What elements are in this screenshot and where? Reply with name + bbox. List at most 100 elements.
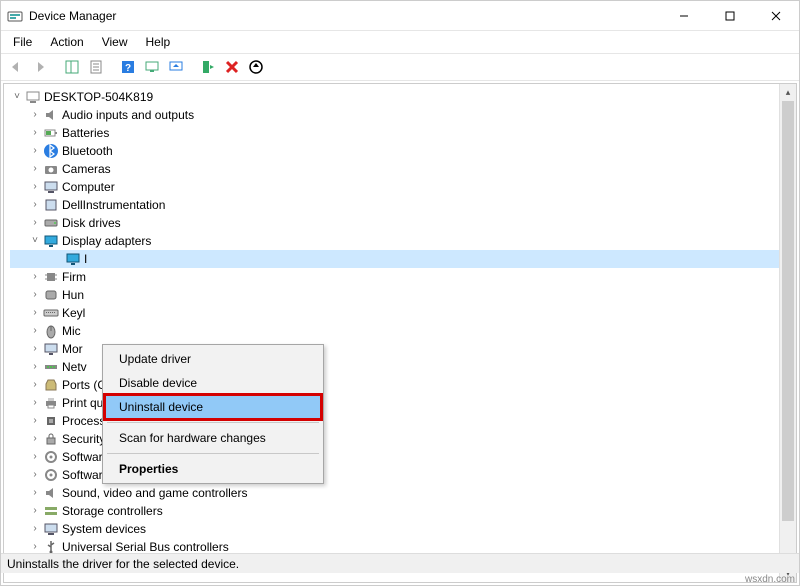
- tree-item-firmware[interactable]: › Firm: [10, 268, 796, 286]
- scroll-up-button[interactable]: ▴: [780, 84, 796, 101]
- ctx-separator: [107, 453, 319, 454]
- help-button[interactable]: ?: [117, 56, 139, 78]
- ctx-disable-device[interactable]: Disable device: [105, 371, 321, 395]
- tree-item-storage[interactable]: › Storage controllers: [10, 502, 796, 520]
- tree-item-bluetooth[interactable]: › Bluetooth: [10, 142, 796, 160]
- security-icon: [42, 431, 60, 447]
- expand-icon[interactable]: ›: [28, 196, 42, 214]
- status-text: Uninstalls the driver for the selected d…: [7, 557, 239, 571]
- tree-item-keyboards[interactable]: › Keyl: [10, 304, 796, 322]
- tree-item-computer[interactable]: › Computer: [10, 178, 796, 196]
- expand-icon[interactable]: ›: [28, 160, 42, 178]
- ctx-update-driver[interactable]: Update driver: [105, 347, 321, 371]
- scan-hardware-button[interactable]: [141, 56, 163, 78]
- vertical-scrollbar[interactable]: ▴ ▾: [779, 84, 796, 582]
- tree-item-batteries[interactable]: › Batteries: [10, 124, 796, 142]
- storage-icon: [42, 503, 60, 519]
- expand-icon[interactable]: ›: [28, 412, 42, 430]
- tree-item-system[interactable]: › System devices: [10, 520, 796, 538]
- forward-button[interactable]: [29, 56, 51, 78]
- expand-icon[interactable]: ›: [28, 502, 42, 520]
- expand-icon[interactable]: ›: [28, 142, 42, 160]
- maximize-button[interactable]: [707, 1, 753, 30]
- expand-icon[interactable]: ›: [28, 304, 42, 322]
- svg-text:?: ?: [125, 63, 131, 74]
- tree-root[interactable]: ˅ DESKTOP-504K819: [10, 88, 796, 106]
- tree-item-audio[interactable]: › Audio inputs and outputs: [10, 106, 796, 124]
- expand-icon[interactable]: ›: [28, 430, 42, 448]
- tree-item-sound[interactable]: › Sound, video and game controllers: [10, 484, 796, 502]
- expand-icon[interactable]: ›: [28, 106, 42, 124]
- expand-icon[interactable]: ›: [28, 358, 42, 376]
- tree-item-label: Sound, video and game controllers: [62, 484, 247, 502]
- tree-item-disk[interactable]: › Disk drives: [10, 214, 796, 232]
- expand-icon[interactable]: ›: [28, 178, 42, 196]
- enable-device-button[interactable]: [197, 56, 219, 78]
- display-icon: [42, 233, 60, 249]
- minimize-button[interactable]: [661, 1, 707, 30]
- tree-item-hid[interactable]: › Hun: [10, 286, 796, 304]
- hid-icon: [42, 287, 60, 303]
- expand-icon[interactable]: ›: [28, 268, 42, 286]
- ctx-scan-hardware[interactable]: Scan for hardware changes: [105, 426, 321, 450]
- tree-item-label: Computer: [62, 178, 115, 196]
- tree-item-display[interactable]: ˅ Display adapters: [10, 232, 796, 250]
- expand-icon[interactable]: ›: [28, 448, 42, 466]
- printer-icon: [42, 395, 60, 411]
- tree-item-label: Hun: [62, 286, 84, 304]
- expand-icon[interactable]: ›: [28, 286, 42, 304]
- window-title: Device Manager: [29, 9, 661, 23]
- tree-item-label: System devices: [62, 520, 146, 538]
- properties-button[interactable]: [85, 56, 107, 78]
- scroll-thumb[interactable]: [782, 101, 794, 521]
- close-button[interactable]: [753, 1, 799, 30]
- expand-icon[interactable]: ›: [28, 520, 42, 538]
- expand-icon[interactable]: ›: [28, 484, 42, 502]
- tree-item-label: DellInstrumentation: [62, 196, 165, 214]
- expand-icon[interactable]: ›: [28, 466, 42, 484]
- uninstall-device-button[interactable]: [221, 56, 243, 78]
- software-icon: [42, 449, 60, 465]
- audio-icon: [42, 485, 60, 501]
- tree-item-dell[interactable]: › DellInstrumentation: [10, 196, 796, 214]
- tree-item-mice[interactable]: › Mic: [10, 322, 796, 340]
- app-icon: [7, 8, 23, 24]
- keyboard-icon: [42, 305, 60, 321]
- software-icon: [42, 467, 60, 483]
- collapse-icon[interactable]: ˅: [28, 232, 42, 250]
- menu-view[interactable]: View: [94, 33, 136, 51]
- ctx-properties[interactable]: Properties: [105, 457, 321, 481]
- tree-item-cameras[interactable]: › Cameras: [10, 160, 796, 178]
- bluetooth-icon: [42, 143, 60, 159]
- device-icon: [42, 197, 60, 213]
- expand-icon[interactable]: ˅: [10, 88, 24, 106]
- expand-icon[interactable]: ›: [28, 214, 42, 232]
- device-tree[interactable]: ˅ DESKTOP-504K819 › Audio inputs and out…: [4, 84, 796, 560]
- expand-icon[interactable]: ›: [28, 124, 42, 142]
- menu-help[interactable]: Help: [138, 33, 179, 51]
- show-hide-console-button[interactable]: [61, 56, 83, 78]
- tree-item-label: Bluetooth: [62, 142, 113, 160]
- update-driver-button[interactable]: [165, 56, 187, 78]
- computer-icon: [24, 89, 42, 105]
- tree-item-label: Disk drives: [62, 214, 121, 232]
- tree-root-label: DESKTOP-504K819: [44, 88, 153, 106]
- back-button[interactable]: [5, 56, 27, 78]
- expand-icon[interactable]: ›: [28, 340, 42, 358]
- tree-item-display-child[interactable]: I: [10, 250, 796, 268]
- chip-icon: [42, 269, 60, 285]
- disable-device-button[interactable]: [245, 56, 267, 78]
- expand-icon[interactable]: ›: [28, 376, 42, 394]
- menu-action[interactable]: Action: [42, 33, 91, 51]
- cpu-icon: [42, 413, 60, 429]
- device-tree-panel: ˅ DESKTOP-504K819 › Audio inputs and out…: [3, 83, 797, 583]
- expand-icon[interactable]: ›: [28, 322, 42, 340]
- titlebar: Device Manager: [1, 1, 799, 31]
- display-icon: [64, 251, 82, 267]
- tree-item-label: Cameras: [62, 160, 111, 178]
- menu-file[interactable]: File: [5, 33, 40, 51]
- ctx-uninstall-device[interactable]: Uninstall device: [105, 395, 321, 419]
- status-bar: Uninstalls the driver for the selected d…: [1, 553, 799, 573]
- tree-item-label: Firm: [62, 268, 86, 286]
- expand-icon[interactable]: ›: [28, 394, 42, 412]
